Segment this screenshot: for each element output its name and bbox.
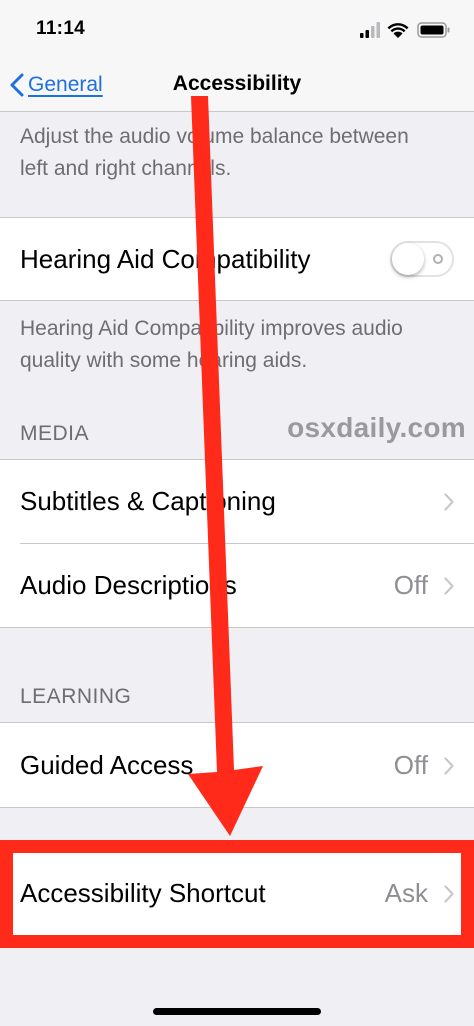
battery-icon — [417, 22, 450, 38]
chevron-left-icon — [10, 73, 24, 97]
navigation-bar: Accessibility General — [0, 60, 474, 112]
audio-descriptions-cell[interactable]: Audio Descriptions Off — [0, 544, 474, 627]
learning-section-header: LEARNING — [20, 685, 132, 708]
status-bar: 11:14 — [0, 0, 474, 60]
chevron-right-icon — [444, 493, 454, 511]
annotation-highlight-box — [0, 840, 474, 948]
hearing-aid-toggle[interactable] — [390, 241, 454, 277]
audio-descriptions-label: Audio Descriptions — [20, 570, 237, 600]
chevron-right-icon — [444, 577, 454, 595]
signal-icon — [360, 22, 380, 38]
media-section-header: MEDIA — [20, 422, 90, 445]
separator — [0, 807, 474, 808]
hearing-aid-cell: Hearing Aid Compatibility — [0, 218, 474, 300]
status-icons — [360, 20, 452, 40]
hearing-aid-label: Hearing Aid Compatibility — [20, 244, 311, 274]
home-indicator — [153, 1008, 321, 1015]
hearing-aid-footer: Hearing Aid Compatibility improves audio… — [20, 317, 403, 372]
back-button-label: General — [28, 73, 103, 96]
subtitles-captioning-label: Subtitles & Captioning — [20, 486, 276, 516]
audio-balance-footer: Adjust the audio volume balance between … — [20, 125, 409, 180]
status-time: 11:14 — [36, 18, 86, 39]
back-button[interactable]: General — [10, 68, 103, 102]
guided-access-label: Guided Access — [20, 750, 194, 780]
guided-access-value: Off — [393, 750, 428, 780]
chevron-right-icon — [444, 757, 454, 775]
guided-access-cell[interactable]: Guided Access Off — [0, 723, 474, 807]
watermark: osxdaily.com — [287, 412, 466, 443]
subtitles-captioning-cell[interactable]: Subtitles & Captioning — [0, 460, 474, 544]
toggle-off-indicator-icon — [433, 254, 443, 264]
toggle-knob — [392, 243, 424, 275]
audio-descriptions-value: Off — [393, 570, 428, 600]
wifi-icon — [387, 23, 409, 38]
separator — [0, 300, 474, 301]
separator — [0, 627, 474, 628]
